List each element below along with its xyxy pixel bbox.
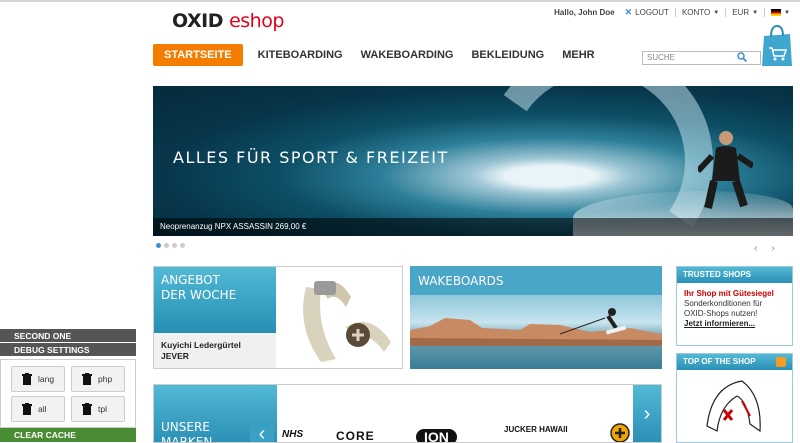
brands-slider: UNSERE MARKEN ‹ NHS CORE ION JUCKER HAWA… xyxy=(153,384,662,443)
debug-settings-header[interactable]: DEBUG SETTINGS xyxy=(0,343,136,357)
trusted-link[interactable]: Jetzt informieren... xyxy=(677,319,792,328)
debug-body: lang php all tpl xyxy=(0,359,136,428)
chevron-down-icon: ▼ xyxy=(713,9,720,16)
offer-title: ANGEBOT DER WOCHE xyxy=(161,273,236,303)
logout-label: LOGOUT xyxy=(635,8,669,17)
account-label: KONTO xyxy=(681,8,711,17)
wakeboards-teaser[interactable]: WAKEBOARDS xyxy=(410,266,662,369)
nav-item-startseite[interactable]: STARTSEITE xyxy=(153,44,243,66)
clear-lang-label: lang xyxy=(38,374,55,384)
chevron-right-icon[interactable]: › xyxy=(633,385,661,442)
nav-item-bekleidung[interactable]: BEKLEIDUNG xyxy=(462,44,553,66)
banner-headline: ALLES FÜR SPORT & FREIZEIT xyxy=(173,148,449,167)
rss-icon[interactable] xyxy=(776,357,786,367)
surfer-image xyxy=(698,131,753,209)
main-nav: STARTSEITE KITEBOARDING WAKEBOARDING BEK… xyxy=(153,44,604,66)
brand-logo-ion[interactable]: ION xyxy=(416,429,457,442)
brand-logo-icon[interactable] xyxy=(610,423,630,443)
trusted-text-line2: OXID-Shops nutzen! xyxy=(684,309,758,318)
slider-dot[interactable] xyxy=(180,243,185,248)
slider-dot[interactable] xyxy=(156,243,161,248)
clear-php-button[interactable]: php xyxy=(71,366,125,392)
clear-php-label: php xyxy=(98,374,113,384)
trash-icon xyxy=(82,403,92,415)
trusted-shops-box: TRUSTED SHOPS Ihr Shop mit Gütesiegel So… xyxy=(676,266,793,346)
nav-item-mehr[interactable]: MEHR xyxy=(553,44,603,66)
chevron-right-icon[interactable]: › xyxy=(771,243,774,254)
trash-icon xyxy=(22,403,32,415)
nav-item-kiteboarding[interactable]: KITEBOARDING xyxy=(249,44,352,66)
logo-eshop: eshop xyxy=(229,10,284,32)
banner-caption[interactable]: Neoprenanzug NPX ASSASSIN 269,00 € xyxy=(153,218,793,236)
offer-title-line1: ANGEBOT xyxy=(161,273,220,287)
hero-banner[interactable]: ALLES FÜR SPORT & FREIZEIT Neoprenanzug … xyxy=(153,86,793,236)
language-dropdown[interactable]: ▼ xyxy=(771,9,790,16)
slider-arrows: ‹ › xyxy=(754,243,775,254)
trusted-headline: Ihr Shop mit Gütesiegel xyxy=(684,289,774,298)
chevron-left-icon[interactable]: ‹ xyxy=(250,424,274,442)
trash-icon xyxy=(82,373,92,385)
currency-dropdown[interactable]: EUR ▼ xyxy=(732,8,758,17)
service-bar: Hallo, John Doe ✕ LOGOUT KONTO ▼ EUR ▼ ▼ xyxy=(554,7,790,18)
brands-title: UNSERE MARKEN xyxy=(161,420,213,443)
slider-dot[interactable] xyxy=(172,243,177,248)
divider xyxy=(764,8,766,17)
logo-oxid: OXID xyxy=(172,10,223,32)
top-of-shop-box: TOP OF THE SHOP xyxy=(676,353,793,443)
clear-tpl-button[interactable]: tpl xyxy=(71,396,125,422)
debug-panel: SECOND ONE DEBUG SETTINGS lang php all t… xyxy=(0,329,136,443)
trusted-text-line1: Sonderkonditionen für xyxy=(684,299,763,308)
trash-icon xyxy=(22,373,32,385)
currency-label: EUR xyxy=(732,8,750,17)
offer-of-week[interactable]: ANGEBOT DER WOCHE Kuyichi Ledergürtel JE… xyxy=(153,266,403,369)
divider xyxy=(725,8,727,17)
close-icon: ✕ xyxy=(624,7,633,17)
second-one-header[interactable]: SECOND ONE xyxy=(0,329,136,343)
brands-title-line2: MARKEN xyxy=(161,435,213,443)
shop-logo[interactable]: OXID eshop xyxy=(172,10,284,32)
top-border xyxy=(0,0,800,2)
german-flag-icon xyxy=(771,9,782,16)
greeting: Hallo, John Doe xyxy=(554,8,615,17)
offer-product-line2: JEVER xyxy=(161,351,189,361)
trusted-header: TRUSTED SHOPS xyxy=(677,267,792,283)
clear-lang-button[interactable]: lang xyxy=(11,366,65,392)
wakeboarder-image xyxy=(560,308,627,335)
topshop-header: TOP OF THE SHOP xyxy=(677,354,792,370)
chevron-left-icon[interactable]: ‹ xyxy=(754,243,757,254)
offer-title-line2: DER WOCHE xyxy=(161,288,237,302)
clear-tpl-label: tpl xyxy=(98,404,107,414)
divider xyxy=(674,8,676,17)
kite-product-image[interactable] xyxy=(702,376,767,441)
brand-logo-nhs[interactable]: NHS xyxy=(282,429,303,440)
belt-image[interactable] xyxy=(276,267,403,369)
clear-all-button[interactable]: all xyxy=(11,396,65,422)
clear-cache-button[interactable]: CLEAR CACHE xyxy=(0,428,136,442)
clear-all-label: all xyxy=(38,404,47,414)
offer-product[interactable]: Kuyichi Ledergürtel JEVER xyxy=(154,333,276,368)
brands-title-line1: UNSERE xyxy=(161,420,210,434)
wakeboards-title: WAKEBOARDS xyxy=(418,274,504,288)
brand-logo-core[interactable]: CORE xyxy=(336,429,375,442)
brand-logo-jucker-hawaii[interactable]: JUCKER HAWAII xyxy=(504,425,568,434)
basket-icon[interactable] xyxy=(760,24,794,68)
slider-dots xyxy=(156,243,185,248)
offer-product-line1: Kuyichi Ledergürtel xyxy=(161,340,241,350)
account-dropdown[interactable]: KONTO ▼ xyxy=(682,8,719,17)
offer-panel: ANGEBOT DER WOCHE Kuyichi Ledergürtel JE… xyxy=(154,267,276,368)
logout-link[interactable]: ✕ LOGOUT xyxy=(625,7,669,18)
chevron-down-icon: ▼ xyxy=(752,9,759,16)
slider-dot[interactable] xyxy=(164,243,169,248)
nav-item-wakeboarding[interactable]: WAKEBOARDING xyxy=(352,44,463,66)
search-icon[interactable] xyxy=(737,52,747,62)
chevron-down-icon: ▼ xyxy=(784,9,790,16)
